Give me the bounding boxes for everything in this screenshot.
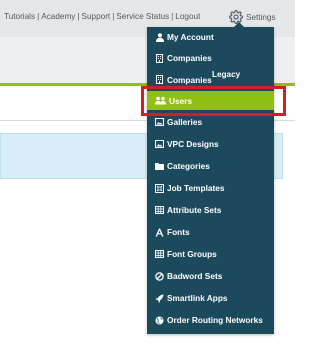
menu-item-label: Job Templates [167, 183, 225, 193]
template-icon [155, 183, 164, 193]
grid-icon [155, 250, 164, 259]
image-icon [155, 118, 164, 127]
support-link[interactable]: Support [82, 12, 111, 21]
logout-link[interactable]: Logout [175, 12, 200, 21]
settings-label: Settings [246, 12, 276, 22]
folder-icon [155, 162, 164, 171]
menu-item-label: Companies [167, 53, 212, 63]
menu-item-label: VPC Designs [167, 139, 219, 149]
rocket-icon [155, 294, 164, 303]
menu-item-font-groups[interactable]: Font Groups [147, 244, 274, 264]
font-icon [155, 228, 164, 237]
user-icon [155, 32, 164, 42]
menu-item-my-account[interactable]: My Account [147, 27, 274, 47]
menu-item-job-templates[interactable]: Job Templates [147, 178, 274, 198]
grid-icon [155, 206, 164, 215]
building-icon [155, 75, 164, 84]
menu-item-smartlink-apps[interactable]: Smartlink Apps [147, 288, 274, 308]
menu-item-badword-sets[interactable]: Badword Sets [147, 266, 274, 286]
menu-item-label: Smartlink Apps [167, 293, 228, 303]
header-links: Tutorials | Academy | Support | Service Status… [4, 12, 200, 21]
globe-icon [155, 316, 164, 325]
menu-item-label: Attribute Sets [167, 205, 222, 215]
menu-item-label: Companies [167, 74, 212, 85]
building-icon [155, 53, 164, 63]
highlight-box [141, 86, 286, 116]
menu-item-companies[interactable]: Companies [147, 48, 274, 68]
menu-item-attribute-sets[interactable]: Attribute Sets [147, 200, 274, 220]
settings-dropdown-menu: My Account Companies Companies Users Gal… [147, 22, 274, 334]
tutorials-link[interactable]: Tutorials [4, 12, 35, 21]
legacy-label: Legacy [212, 70, 241, 79]
menu-item-categories[interactable]: Categories [147, 156, 274, 176]
menu-item-label: Fonts [167, 227, 190, 237]
menu-item-label: Badword Sets [167, 271, 223, 281]
menu-item-label: Order Routing Networks [167, 315, 263, 325]
menu-item-order-routing-networks[interactable]: Order Routing Networks [147, 310, 274, 330]
menu-item-fonts[interactable]: Fonts [147, 222, 274, 242]
menu-item-vpc-designs[interactable]: VPC Designs [147, 134, 274, 154]
service-status-link[interactable]: Service Status [116, 12, 169, 21]
image-icon [155, 140, 164, 149]
menu-item-label: Categories [167, 161, 210, 171]
menu-item-label: Galleries [167, 117, 203, 127]
menu-item-label: My Account [167, 32, 214, 42]
ban-icon [155, 271, 164, 281]
academy-link[interactable]: Academy [41, 12, 75, 21]
menu-item-label: Font Groups [167, 249, 217, 259]
